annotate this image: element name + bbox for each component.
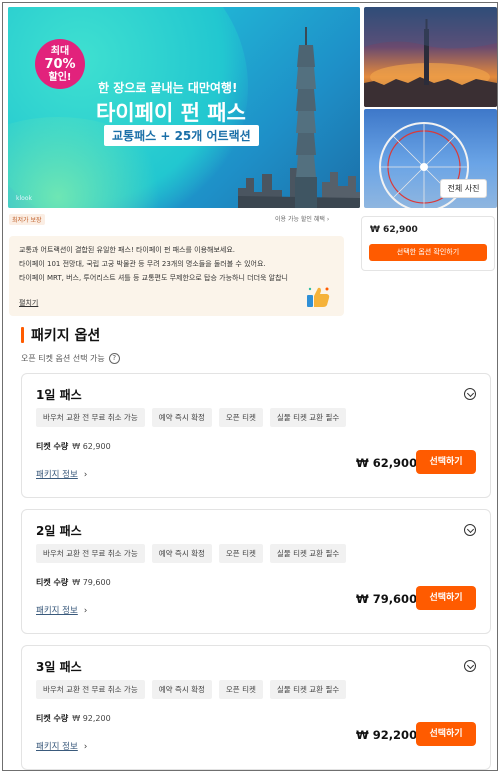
chevron-down-circle-icon[interactable] — [464, 524, 476, 536]
package-features: 바우처 교환 전 무료 취소 가능 예약 즉시 확정 오픈 티켓 실물 티켓 교… — [36, 680, 347, 699]
ticket-quantity-label: 티켓 수량 — [36, 442, 69, 451]
package-price: ₩ 62,900 — [356, 456, 418, 470]
thumbs-up-icon — [307, 287, 330, 307]
feature-chip: 오픈 티켓 — [218, 680, 263, 699]
package-features: 바우처 교환 전 무료 취소 가능 예약 즉시 확정 오픈 티켓 실물 티켓 교… — [36, 544, 347, 563]
feature-chip: 바우처 교환 전 무료 취소 가능 — [36, 680, 145, 699]
hero-title: 타이페이 펀 패스 — [96, 101, 246, 125]
package-features: 바우처 교환 전 무료 취소 가능 예약 즉시 확정 오픈 티켓 실물 티켓 교… — [36, 408, 347, 427]
discount-badge: 최대 70% 할인! — [35, 39, 85, 89]
ticket-quantity-label: 티켓 수량 — [36, 714, 69, 723]
feature-chip: 예약 즉시 확정 — [151, 408, 212, 427]
brand-watermark: klook — [16, 195, 32, 202]
badge-line-2: 70% — [44, 57, 76, 72]
chevron-down-circle-icon[interactable] — [464, 388, 476, 400]
sunset-city-illustration — [364, 7, 497, 107]
section-title: 패키지 옵션 — [31, 328, 101, 344]
package-info-link[interactable]: 패키지 정보 › — [36, 468, 87, 480]
section-subtitle: 오픈 티켓 옵션 선택 가능? — [21, 353, 120, 364]
package-card-2day: 2일 패스 바우처 교환 전 무료 취소 가능 예약 즉시 확정 오픈 티켓 실… — [21, 509, 491, 634]
select-package-button[interactable]: 선택하기 — [416, 722, 476, 746]
ticket-quantity-value: ₩ 79,600 — [72, 578, 111, 587]
section-accent-bar — [21, 327, 24, 343]
page-frame: 최대 70% 할인! 한 장으로 끝내는 대만여행! 타이페이 펀 패스 교통패… — [2, 2, 498, 771]
chevron-right-icon: › — [83, 742, 88, 752]
select-package-button[interactable]: 선택하기 — [416, 586, 476, 610]
help-circle-icon[interactable]: ? — [108, 353, 120, 364]
expand-description-link[interactable]: 펼치기 — [19, 298, 38, 308]
feature-chip: 실물 티켓 교환 필수 — [269, 680, 347, 699]
description-line: 타이페이 MRT, 버스, 투어리스트 셔틀 등 교통편도 무제한으로 탑승 가… — [19, 274, 288, 282]
feature-chip: 오픈 티켓 — [218, 544, 263, 563]
chevron-right-icon: › — [83, 606, 88, 616]
price-summary-card: ₩ 62,900 선택한 옵션 확인하기 — [361, 216, 495, 271]
from-price: ₩ 62,900 — [370, 225, 418, 235]
ticket-quantity: 티켓 수량 ₩ 62,900 — [36, 441, 111, 452]
package-info-label: 패키지 정보 — [36, 742, 78, 752]
package-price: ₩ 92,200 — [356, 728, 418, 742]
package-name: 2일 패스 — [36, 524, 82, 538]
chevron-down-circle-icon[interactable] — [464, 660, 476, 672]
feature-chip: 예약 즉시 확정 — [151, 680, 212, 699]
feature-chip: 바우처 교환 전 무료 취소 가능 — [36, 544, 145, 563]
badge-line-1: 최대 — [50, 46, 70, 57]
feature-chip: 오픈 티켓 — [218, 408, 263, 427]
feature-chip: 바우처 교환 전 무료 취소 가능 — [36, 408, 145, 427]
view-all-photos-button[interactable]: 전체 사진 — [440, 179, 487, 198]
check-selected-options-button[interactable]: 선택한 옵션 확인하기 — [369, 244, 487, 261]
ticket-quantity-value: ₩ 62,900 — [72, 442, 111, 451]
taipei-sunset-photo[interactable] — [364, 7, 497, 107]
best-price-tag: 최저가 보장 — [9, 214, 45, 225]
chevron-right-icon: › — [83, 470, 88, 480]
taipei-101-tower-illustration — [295, 27, 317, 208]
discount-benefits-link[interactable]: 이용 가능 할인 혜택 › — [275, 214, 329, 223]
ticket-quantity: 티켓 수량 ₩ 79,600 — [36, 577, 111, 588]
hero-banner-image[interactable]: 최대 70% 할인! 한 장으로 끝내는 대만여행! 타이페이 펀 패스 교통패… — [8, 7, 360, 208]
package-name: 3일 패스 — [36, 660, 82, 674]
package-info-label: 패키지 정보 — [36, 470, 78, 480]
ticket-quantity-label: 티켓 수량 — [36, 578, 69, 587]
hero-tag: 교통패스 + 25개 어트랙션 — [104, 125, 259, 146]
discount-benefits-label: 이용 가능 할인 혜택 — [275, 216, 325, 223]
description-line: 교통과 어트랙션이 결합된 유일한 패스! 타이페이 펀 패스를 이용해보세요. — [19, 246, 236, 254]
hero-subtitle: 한 장으로 끝내는 대만여행! — [98, 81, 238, 95]
badge-line-3: 할인! — [48, 72, 72, 83]
section-subtitle-text: 오픈 티켓 옵션 선택 가능 — [21, 354, 105, 363]
package-card-3day: 3일 패스 바우처 교환 전 무료 취소 가능 예약 즉시 확정 오픈 티켓 실… — [21, 645, 491, 770]
ticket-quantity: 티켓 수량 ₩ 92,200 — [36, 713, 111, 724]
feature-chip: 실물 티켓 교환 필수 — [269, 408, 347, 427]
package-name: 1일 패스 — [36, 388, 82, 402]
product-description: 교통과 어트랙션이 결합된 유일한 패스! 타이페이 펀 패스를 이용해보세요.… — [9, 236, 344, 316]
chevron-right-icon: › — [326, 216, 330, 223]
feature-chip: 실물 티켓 교환 필수 — [269, 544, 347, 563]
package-card-1day: 1일 패스 바우처 교환 전 무료 취소 가능 예약 즉시 확정 오픈 티켓 실… — [21, 373, 491, 498]
package-info-label: 패키지 정보 — [36, 606, 78, 616]
package-info-link[interactable]: 패키지 정보 › — [36, 740, 87, 752]
feature-chip: 예약 즉시 확정 — [151, 544, 212, 563]
select-package-button[interactable]: 선택하기 — [416, 450, 476, 474]
package-price: ₩ 79,600 — [356, 592, 418, 606]
description-line: 타이페이 101 전망대, 국립 고궁 박물관 등 무려 23개의 명소들을 둘… — [19, 260, 266, 268]
package-info-link[interactable]: 패키지 정보 › — [36, 604, 87, 616]
ticket-quantity-value: ₩ 92,200 — [72, 714, 111, 723]
